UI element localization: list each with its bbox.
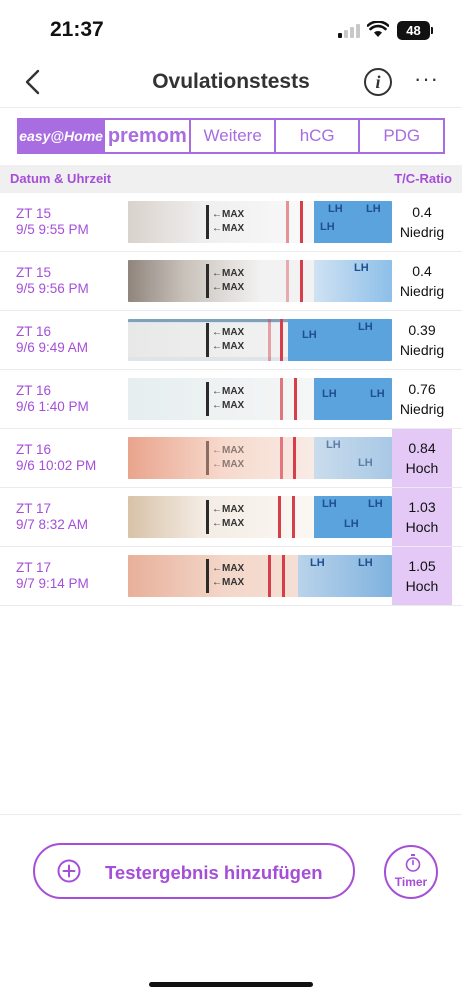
table-row[interactable]: ZT 15 9/5 9:56 PM ←MAX ←MAX LH 0.4 Niedrig [0,252,462,311]
test-list: ZT 15 9/5 9:55 PM ←MAX ←MAX LH LH LH 0.4 Nied… [0,193,462,606]
row-date: ZT 17 9/7 9:14 PM [16,560,89,591]
battery-icon: 48 [397,21,430,40]
row-date: ZT 15 9/5 9:55 PM [16,206,89,237]
tab-weitere[interactable]: Weitere [189,120,274,152]
row-date: ZT 16 9/6 1:40 PM [16,383,89,414]
ratio-cell: 0.4 Niedrig [399,204,445,240]
table-row[interactable]: ZT 16 9/6 10:02 PM ←MAX ←MAX LH LH 0.84 Hoch [0,429,462,488]
status-bar: 21:37 48 [0,0,462,56]
info-icon[interactable]: i [364,68,392,96]
battery-tip [431,27,433,34]
timer-label: Timer [394,875,428,889]
test-strip-image: ←MAX ←MAX LH LH [128,555,392,597]
row-date: ZT 15 9/5 9:56 PM [16,265,89,296]
divider [0,814,462,815]
table-row[interactable]: ZT 15 9/5 9:55 PM ←MAX ←MAX LH LH LH 0.4 Nied… [0,193,462,252]
table-row[interactable]: ZT 17 9/7 9:14 PM ←MAX ←MAX LH LH 1.05 Hoch [0,547,462,606]
table-row[interactable]: ZT 17 9/7 8:32 AM ←MAX ←MAX LH LH LH 1.03 Hoc… [0,488,462,547]
more-icon[interactable]: ··· [414,68,442,92]
table-row[interactable]: ZT 16 9/6 9:49 AM ←MAX ←MAX LH LH 0.39 Niedr… [0,311,462,370]
ratio-cell: 0.39 Niedrig [399,322,445,358]
ratio-cell-high: 1.05 Hoch [392,547,452,605]
ratio-cell-high: 1.03 Hoch [392,488,452,546]
tab-premom[interactable]: premom [103,120,189,152]
column-header-ratio: T/C-Ratio [394,171,452,186]
wifi-icon [367,21,389,37]
tab-hcg[interactable]: hCG [273,120,359,152]
test-strip-image: ←MAX ←MAX LH LH [128,378,392,420]
ratio-cell-high: 0.84 Hoch [392,429,452,487]
add-test-result-label: Testergebnis hinzufügen [105,862,323,883]
row-date: ZT 16 9/6 10:02 PM [16,442,97,473]
add-test-result-button[interactable]: Testergebnis hinzufügen [33,843,355,899]
row-date: ZT 17 9/7 8:32 AM [16,501,89,532]
test-strip-image: ←MAX ←MAX LH LH [128,437,392,479]
test-strip-image: ←MAX ←MAX LH LH LH [128,201,392,243]
timer-button[interactable]: Timer [384,845,438,899]
ratio-cell: 0.4 Niedrig [399,263,445,299]
test-strip-image: ←MAX ←MAX LH LH LH [128,496,392,538]
stopwatch-icon [405,854,421,872]
tab-pdg[interactable]: PDG [358,120,443,152]
status-time: 21:37 [50,18,104,41]
ratio-cell: 0.76 Niedrig [399,381,445,417]
plus-circle-icon [57,859,81,883]
row-date: ZT 16 9/6 9:49 AM [16,324,89,355]
table-row[interactable]: ZT 16 9/6 1:40 PM ←MAX ←MAX LH LH 0.76 Niedr… [0,370,462,429]
page-title: Ovulationstests [152,70,310,93]
cellular-signal-icon [338,24,362,38]
test-strip-image: ←MAX ←MAX LH LH [128,319,392,361]
column-header-date: Datum & Uhrzeit [10,171,112,186]
table-header: Datum & Uhrzeit T/C-Ratio [0,165,462,193]
tab-easy-at-home[interactable]: easy@Home [19,120,104,152]
brand-tabs: easy@Home premom Weitere hCG PDG [17,118,445,154]
nav-bar: Ovulationstests i ··· [0,56,462,108]
test-strip-image: ←MAX ←MAX LH [128,260,392,302]
home-indicator [149,982,313,987]
